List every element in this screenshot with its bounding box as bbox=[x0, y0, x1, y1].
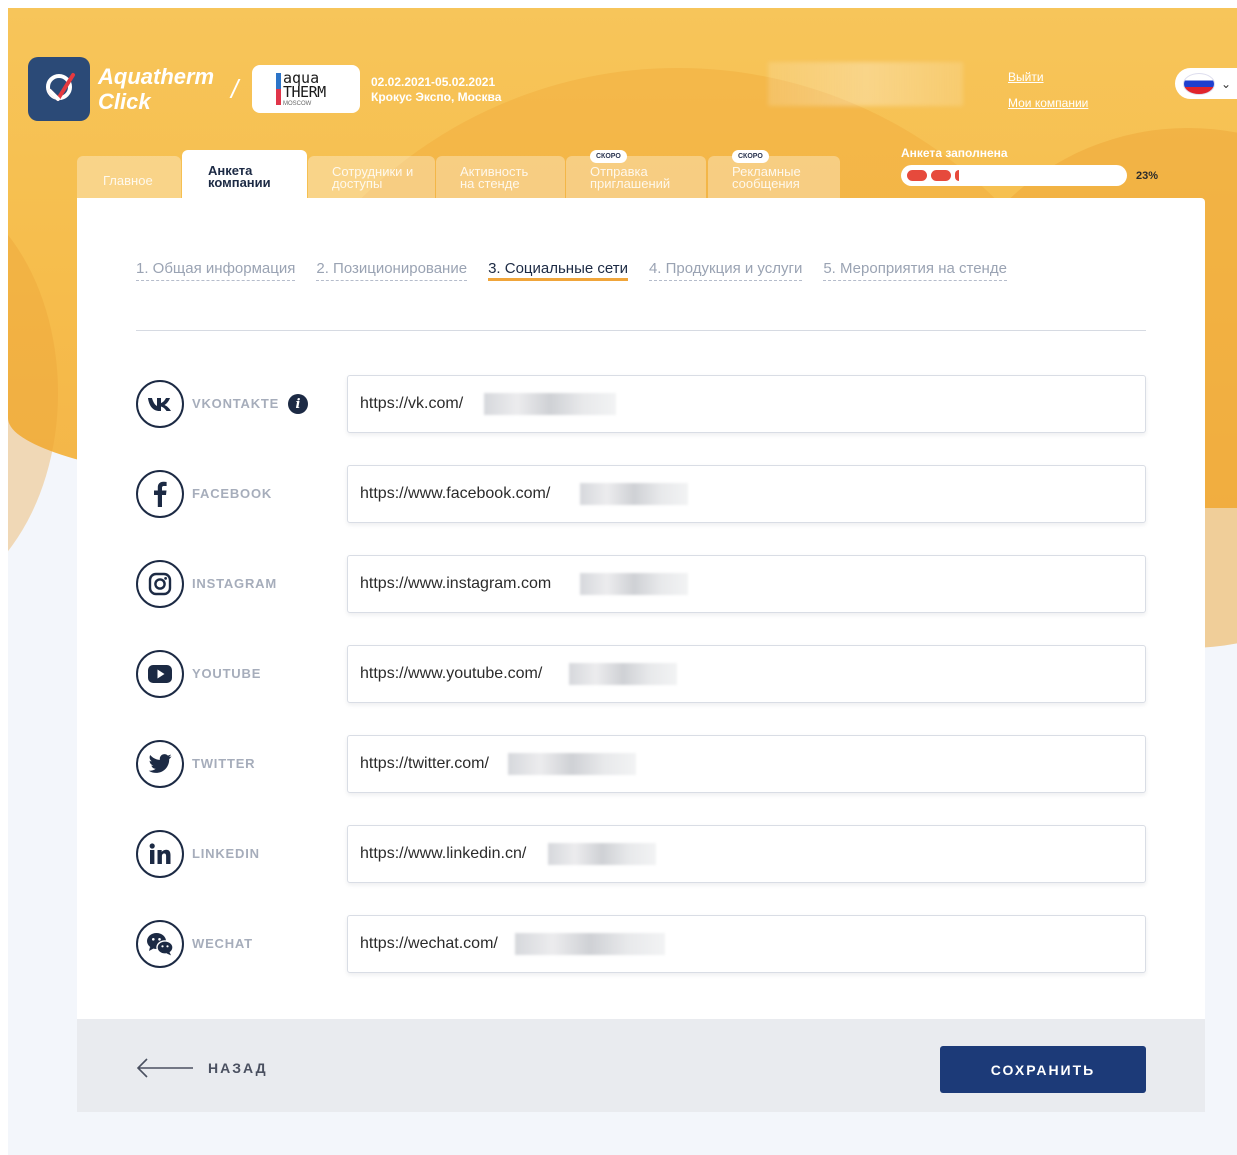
event-logo-text: MOSCOW bbox=[283, 101, 312, 107]
tab-label: Главное bbox=[103, 173, 153, 188]
step-stand-events[interactable]: 5. Мероприятия на стенде bbox=[823, 260, 1007, 281]
social-row-wechat: WECHAT bbox=[136, 915, 1146, 973]
tab-label: Активность на стенде bbox=[460, 164, 529, 191]
step-positioning[interactable]: 2. Позиционирование bbox=[316, 260, 468, 281]
progress-bar bbox=[901, 165, 1127, 186]
youtube-url-input[interactable] bbox=[360, 665, 567, 683]
progress-fill bbox=[907, 170, 927, 181]
brand-name: Aquatherm Click bbox=[98, 64, 214, 114]
back-label: НАЗАД bbox=[208, 1060, 268, 1076]
back-button[interactable]: НАЗАД bbox=[136, 1057, 268, 1079]
wechat-icon bbox=[136, 920, 184, 968]
tab-label: Рекламные сообщения bbox=[732, 164, 801, 191]
facebook-icon bbox=[136, 470, 184, 518]
redacted-value bbox=[508, 753, 636, 775]
brand-separator: / bbox=[231, 74, 239, 104]
event-venue: Крокус Экспо, Москва bbox=[371, 90, 502, 104]
social-name: TWITTER bbox=[192, 756, 256, 771]
vkontakte-url-input[interactable] bbox=[360, 395, 482, 413]
tab-company-profile[interactable]: Анкета компании bbox=[182, 150, 307, 198]
social-row-facebook: FACEBOOK bbox=[136, 465, 1146, 523]
divider bbox=[136, 330, 1146, 331]
page-frame: Aquatherm Click / aqua THERM MOSCOW 02.0… bbox=[8, 8, 1237, 1155]
hero-decoration bbox=[8, 178, 58, 608]
youtube-icon bbox=[136, 650, 184, 698]
chevron-down-icon: ⌄ bbox=[1221, 76, 1232, 91]
tab-ads[interactable]: СКОРО Рекламные сообщения bbox=[708, 150, 840, 198]
social-name: WECHAT bbox=[192, 936, 253, 951]
vk-icon bbox=[136, 380, 184, 428]
form-footer: НАЗАД СОХРАНИТЬ bbox=[77, 1019, 1205, 1112]
step-nav: 1. Общая информация 2. Позиционирование … bbox=[136, 260, 1007, 281]
progress-fill bbox=[955, 170, 959, 181]
youtube-url-field[interactable] bbox=[347, 645, 1146, 703]
instagram-url-field[interactable] bbox=[347, 555, 1146, 613]
tab-label: Анкета компании bbox=[208, 163, 271, 190]
save-button[interactable]: СОХРАНИТЬ bbox=[940, 1046, 1146, 1093]
social-name: VKONTAKTE bbox=[192, 396, 280, 411]
tab-stand-activity[interactable]: Активность на стенде bbox=[436, 156, 565, 198]
social-row-vkontakte: VKONTAKTE i bbox=[136, 375, 1146, 433]
redacted-value bbox=[580, 573, 688, 595]
redacted-value bbox=[484, 393, 616, 415]
twitter-url-field[interactable] bbox=[347, 735, 1146, 793]
language-selector[interactable]: ⌄ bbox=[1175, 68, 1237, 99]
info-icon[interactable]: i bbox=[288, 394, 308, 414]
event-logo: aqua THERM MOSCOW bbox=[252, 65, 360, 113]
redacted-value bbox=[548, 843, 656, 865]
social-row-linkedin: LINKEDIN bbox=[136, 825, 1146, 883]
wechat-url-field[interactable] bbox=[347, 915, 1146, 973]
progress-label: Анкета заполнена bbox=[901, 146, 1008, 160]
instagram-icon bbox=[136, 560, 184, 608]
event-logo-bar bbox=[276, 73, 281, 105]
redacted-value bbox=[569, 663, 677, 685]
logout-link[interactable]: Выйти bbox=[1008, 70, 1088, 84]
social-name: FACEBOOK bbox=[192, 486, 273, 501]
social-name: INSTAGRAM bbox=[192, 576, 277, 591]
twitter-icon bbox=[136, 740, 184, 788]
event-dates: 02.02.2021-05.02.2021 bbox=[371, 75, 496, 89]
tab-invitations[interactable]: СКОРО Отправка приглашений bbox=[566, 150, 706, 198]
facebook-url-field[interactable] bbox=[347, 465, 1146, 523]
linkedin-url-field[interactable] bbox=[347, 825, 1146, 883]
social-name: LINKEDIN bbox=[192, 846, 260, 861]
linkedin-icon bbox=[136, 830, 184, 878]
form-card: 1. Общая информация 2. Позиционирование … bbox=[77, 198, 1205, 1112]
wechat-url-input[interactable] bbox=[360, 935, 513, 953]
soon-badge: СКОРО bbox=[590, 150, 627, 163]
progress-percent: 23% bbox=[1136, 170, 1159, 182]
linkedin-url-input[interactable] bbox=[360, 845, 546, 863]
tab-main[interactable]: Главное bbox=[77, 156, 181, 198]
my-companies-link[interactable]: Мои компании bbox=[1008, 96, 1088, 110]
tab-employees[interactable]: Сотрудники и доступы bbox=[308, 156, 435, 198]
redacted-company-name bbox=[768, 62, 963, 106]
progress-fill bbox=[931, 170, 951, 181]
app-logo[interactable] bbox=[28, 57, 90, 121]
instagram-url-input[interactable] bbox=[360, 575, 578, 593]
social-row-twitter: TWITTER bbox=[136, 735, 1146, 793]
arrow-left-icon bbox=[136, 1058, 193, 1078]
social-name: YOUTUBE bbox=[192, 666, 262, 681]
brand-line: Aquatherm bbox=[98, 64, 215, 89]
redacted-value bbox=[580, 483, 688, 505]
ru-flag-icon bbox=[1183, 72, 1215, 95]
brand-line: Click bbox=[98, 89, 151, 114]
twitter-url-input[interactable] bbox=[360, 755, 506, 773]
social-row-youtube: YOUTUBE bbox=[136, 645, 1146, 703]
tab-label: Сотрудники и доступы bbox=[332, 164, 414, 191]
redacted-value bbox=[515, 933, 665, 955]
account-links: Выйти Мои компании bbox=[1008, 70, 1088, 122]
event-logo-text: THERM bbox=[283, 83, 326, 101]
step-social-networks[interactable]: 3. Социальные сети bbox=[488, 260, 628, 281]
step-general-info[interactable]: 1. Общая информация bbox=[136, 260, 296, 281]
app-logo-icon bbox=[46, 73, 75, 101]
social-row-instagram: INSTAGRAM bbox=[136, 555, 1146, 613]
facebook-url-input[interactable] bbox=[360, 485, 578, 503]
step-products-services[interactable]: 4. Продукция и услуги bbox=[648, 260, 803, 281]
soon-badge: СКОРО bbox=[732, 150, 769, 163]
event-info: 02.02.2021-05.02.2021 Крокус Экспо, Моск… bbox=[371, 75, 501, 105]
tab-label: Отправка приглашений bbox=[590, 164, 671, 191]
vkontakte-url-field[interactable] bbox=[347, 375, 1146, 433]
